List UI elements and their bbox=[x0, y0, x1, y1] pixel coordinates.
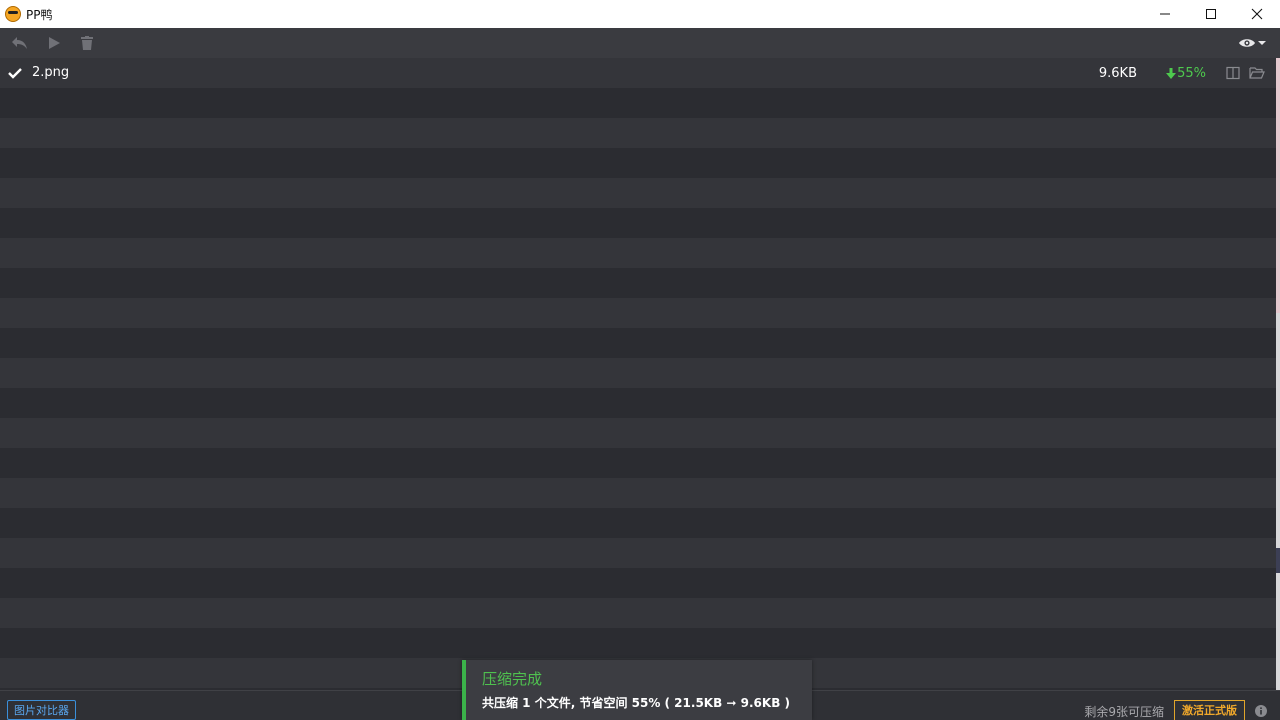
scrollbar-mark bbox=[1276, 548, 1280, 573]
maximize-button[interactable] bbox=[1188, 0, 1234, 28]
toolbar bbox=[0, 28, 1280, 58]
file-row[interactable]: 2.png 9.6KB 55% bbox=[0, 58, 1276, 88]
maximize-icon bbox=[1206, 9, 1216, 19]
app-window: PP鸭 2.png 9.6KB 55% 图片对比器 剩余9张可压缩 激活正式版 … bbox=[0, 0, 1280, 720]
activate-button[interactable]: 激活正式版 bbox=[1174, 700, 1245, 720]
folder-open-icon[interactable] bbox=[1249, 66, 1265, 80]
toast-message: 共压缩 1 个文件, 节省空间 55% ( 21.5KB ➞ 9.6KB ) bbox=[482, 696, 791, 710]
play-icon bbox=[49, 37, 60, 49]
check-icon bbox=[8, 68, 22, 79]
app-logo-icon bbox=[5, 6, 21, 22]
toast-title: 压缩完成 bbox=[482, 670, 543, 688]
info-icon[interactable] bbox=[1255, 705, 1267, 717]
scrollbar[interactable] bbox=[1276, 58, 1280, 690]
remaining-count: 剩余9张可压缩 bbox=[1084, 705, 1164, 719]
file-size: 9.6KB bbox=[1098, 66, 1137, 81]
undo-button[interactable] bbox=[10, 34, 30, 52]
app-title: PP鸭 bbox=[26, 7, 53, 22]
close-button[interactable] bbox=[1234, 0, 1280, 28]
window-controls bbox=[1142, 0, 1280, 28]
trash-icon bbox=[81, 36, 93, 50]
close-icon bbox=[1251, 8, 1263, 20]
file-name: 2.png bbox=[32, 65, 70, 80]
file-list: 2.png 9.6KB 55% bbox=[0, 58, 1276, 690]
view-menu-button[interactable] bbox=[1238, 35, 1266, 51]
play-button[interactable] bbox=[44, 34, 64, 52]
compare-icon[interactable] bbox=[1226, 66, 1240, 80]
delete-button[interactable] bbox=[77, 34, 97, 52]
saving-percent: 55% bbox=[1166, 66, 1206, 81]
completion-toast: 压缩完成 共压缩 1 个文件, 节省空间 55% ( 21.5KB ➞ 9.6K… bbox=[462, 660, 812, 720]
image-compare-button[interactable]: 图片对比器 bbox=[7, 700, 76, 720]
saving-value: 55% bbox=[1177, 66, 1206, 81]
eye-icon bbox=[1239, 39, 1255, 47]
minimize-button[interactable] bbox=[1142, 0, 1188, 28]
minimize-icon bbox=[1160, 13, 1170, 15]
undo-icon bbox=[12, 37, 27, 49]
arrow-down-icon bbox=[1166, 67, 1177, 79]
scrollbar-thumb[interactable] bbox=[1276, 58, 1280, 313]
title-bar: PP鸭 bbox=[0, 0, 1280, 28]
chevron-down-icon bbox=[1258, 41, 1266, 45]
